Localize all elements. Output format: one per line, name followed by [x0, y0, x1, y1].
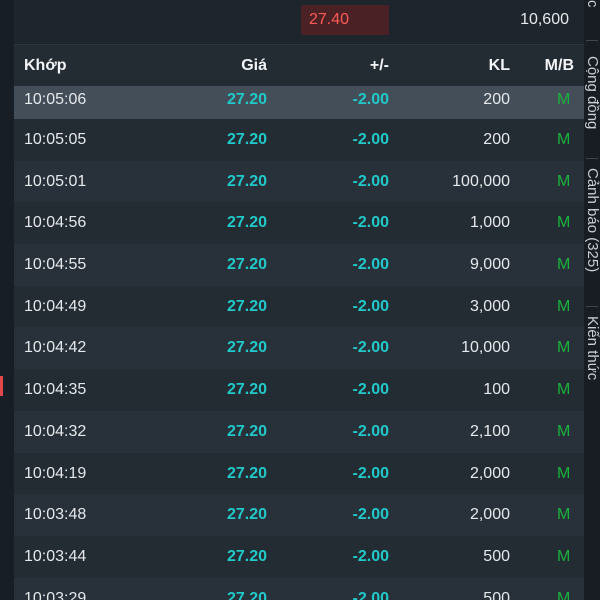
trade-side: M — [557, 214, 571, 232]
trade-price: 27.20 — [226, 214, 267, 232]
trade-side: M — [557, 464, 571, 482]
sidebar-divider — [586, 158, 598, 159]
summary-volume: 10,600 — [520, 11, 569, 28]
trade-change: -2.00 — [352, 131, 389, 148]
header-side[interactable]: M/B — [545, 48, 574, 84]
trade-time: 10:03:29 — [24, 589, 87, 600]
trade-volume: 100 — [483, 381, 510, 399]
table-row[interactable]: 10:04:49 27.20 -2.00 3,000 M — [14, 286, 584, 328]
trade-price: 27.20 — [226, 297, 267, 315]
trade-volume: 2,100 — [469, 422, 510, 440]
trade-volume: 2,000 — [469, 464, 510, 482]
trade-volume: 1,000 — [469, 214, 510, 232]
trade-time: 10:04:42 — [24, 339, 87, 357]
sidebar-tab-knowledge[interactable]: Kiến thức — [584, 316, 600, 396]
trade-change: -2.00 — [352, 381, 389, 399]
trade-change: -2.00 — [352, 589, 389, 600]
trade-time: 10:04:32 — [24, 422, 87, 440]
header-volume[interactable]: KL — [489, 48, 510, 84]
table-row[interactable]: 10:04:56 27.20 -2.00 1,000 M — [14, 202, 584, 244]
trade-side: M — [557, 172, 571, 190]
trade-price: 27.20 — [226, 464, 267, 482]
trade-change: -2.00 — [352, 506, 389, 524]
trade-change: -2.00 — [352, 464, 389, 482]
trade-list[interactable]: 10:05:06 27.20 -2.00 200 M 10:05:05 27.2… — [14, 86, 584, 600]
trade-change: -2.00 — [352, 422, 389, 440]
sidebar-tab-community[interactable]: Cộng đồng — [584, 56, 600, 148]
summary-row: 27.40 10,600 — [14, 0, 584, 45]
trade-change: -2.00 — [352, 339, 389, 357]
trade-price: 27.20 — [226, 589, 267, 600]
trade-volume: 200 — [483, 131, 510, 148]
header-price[interactable]: Giá — [241, 48, 267, 84]
trade-time: 10:05:05 — [24, 131, 87, 148]
trade-side: M — [557, 131, 571, 148]
trade-price: 27.20 — [226, 131, 267, 148]
trade-change: -2.00 — [352, 214, 389, 232]
table-row[interactable]: 10:04:55 27.20 -2.00 9,000 M — [14, 244, 584, 286]
trade-volume: 10,000 — [461, 339, 510, 357]
sidebar-tab-alerts[interactable]: Cảnh báo (325) — [584, 168, 600, 298]
trade-side: M — [557, 339, 571, 357]
right-sidebar: c Cộng đồng Cảnh báo (325) Kiến thức — [584, 0, 600, 600]
table-header: Khớp Giá +/- KL M/B — [14, 48, 584, 84]
trade-volume: 9,000 — [469, 256, 510, 274]
trade-change: -2.00 — [352, 256, 389, 274]
trade-side: M — [557, 422, 571, 440]
trade-time: 10:04:55 — [24, 256, 87, 274]
left-red-marker — [0, 376, 3, 396]
sidebar-divider — [586, 40, 598, 41]
trade-side: M — [557, 547, 571, 565]
table-row[interactable]: 10:04:35 27.20 -2.00 100 M — [14, 369, 584, 411]
trade-change: -2.00 — [352, 297, 389, 315]
header-change[interactable]: +/- — [370, 48, 389, 84]
trade-price: 27.20 — [226, 547, 267, 565]
trade-time: 10:05:01 — [24, 172, 87, 190]
trade-time: 10:04:35 — [24, 381, 87, 399]
table-row[interactable]: 10:05:05 27.20 -2.00 200 M — [14, 119, 584, 161]
trade-volume: 500 — [483, 547, 510, 565]
left-edge — [0, 0, 14, 600]
table-row[interactable]: 10:03:29 27.20 -2.00 500 M — [14, 577, 584, 600]
sidebar-tab-top[interactable]: c — [584, 0, 600, 20]
trade-price: 27.20 — [226, 381, 267, 399]
trade-side: M — [557, 589, 571, 600]
trade-time: 10:03:44 — [24, 547, 87, 565]
trade-change: -2.00 — [352, 91, 389, 108]
trade-side: M — [557, 381, 571, 399]
trade-time: 10:04:19 — [24, 464, 87, 482]
table-row[interactable]: 10:04:42 27.20 -2.00 10,000 M — [14, 327, 584, 370]
trade-side: M — [557, 256, 571, 274]
trade-side: M — [557, 91, 571, 108]
trade-change: -2.00 — [352, 547, 389, 565]
trade-volume: 100,000 — [452, 172, 510, 190]
trade-price: 27.20 — [226, 91, 267, 108]
table-row[interactable]: 10:05:06 27.20 -2.00 200 M — [14, 86, 584, 119]
trade-volume: 500 — [483, 589, 510, 600]
summary-price: 27.40 — [301, 5, 389, 35]
matched-orders-panel: 27.40 10,600 Khớp Giá +/- KL M/B 10:05:0… — [14, 0, 584, 600]
trade-volume: 200 — [483, 91, 510, 108]
trade-price: 27.20 — [226, 422, 267, 440]
table-row[interactable]: 10:03:44 27.20 -2.00 500 M — [14, 536, 584, 578]
table-row[interactable]: 10:03:48 27.20 -2.00 2,000 M — [14, 494, 584, 536]
trade-change: -2.00 — [352, 172, 389, 190]
trade-volume: 3,000 — [469, 297, 510, 315]
trade-price: 27.20 — [226, 172, 267, 190]
trade-time: 10:04:49 — [24, 297, 87, 315]
trade-time: 10:03:48 — [24, 506, 87, 524]
trade-price: 27.20 — [226, 339, 267, 357]
trade-side: M — [557, 506, 571, 524]
trade-time: 10:04:56 — [24, 214, 87, 232]
trade-volume: 2,000 — [469, 506, 510, 524]
header-time[interactable]: Khớp — [24, 48, 66, 84]
table-row[interactable]: 10:04:32 27.20 -2.00 2,100 M — [14, 410, 584, 453]
trade-time: 10:05:06 — [24, 91, 87, 108]
trade-price: 27.20 — [226, 506, 267, 524]
table-row[interactable]: 10:04:19 27.20 -2.00 2,000 M — [14, 453, 584, 495]
sidebar-divider — [586, 306, 598, 307]
trade-price: 27.20 — [226, 256, 267, 274]
table-row[interactable]: 10:05:01 27.20 -2.00 100,000 M — [14, 160, 584, 203]
trade-side: M — [557, 297, 571, 315]
